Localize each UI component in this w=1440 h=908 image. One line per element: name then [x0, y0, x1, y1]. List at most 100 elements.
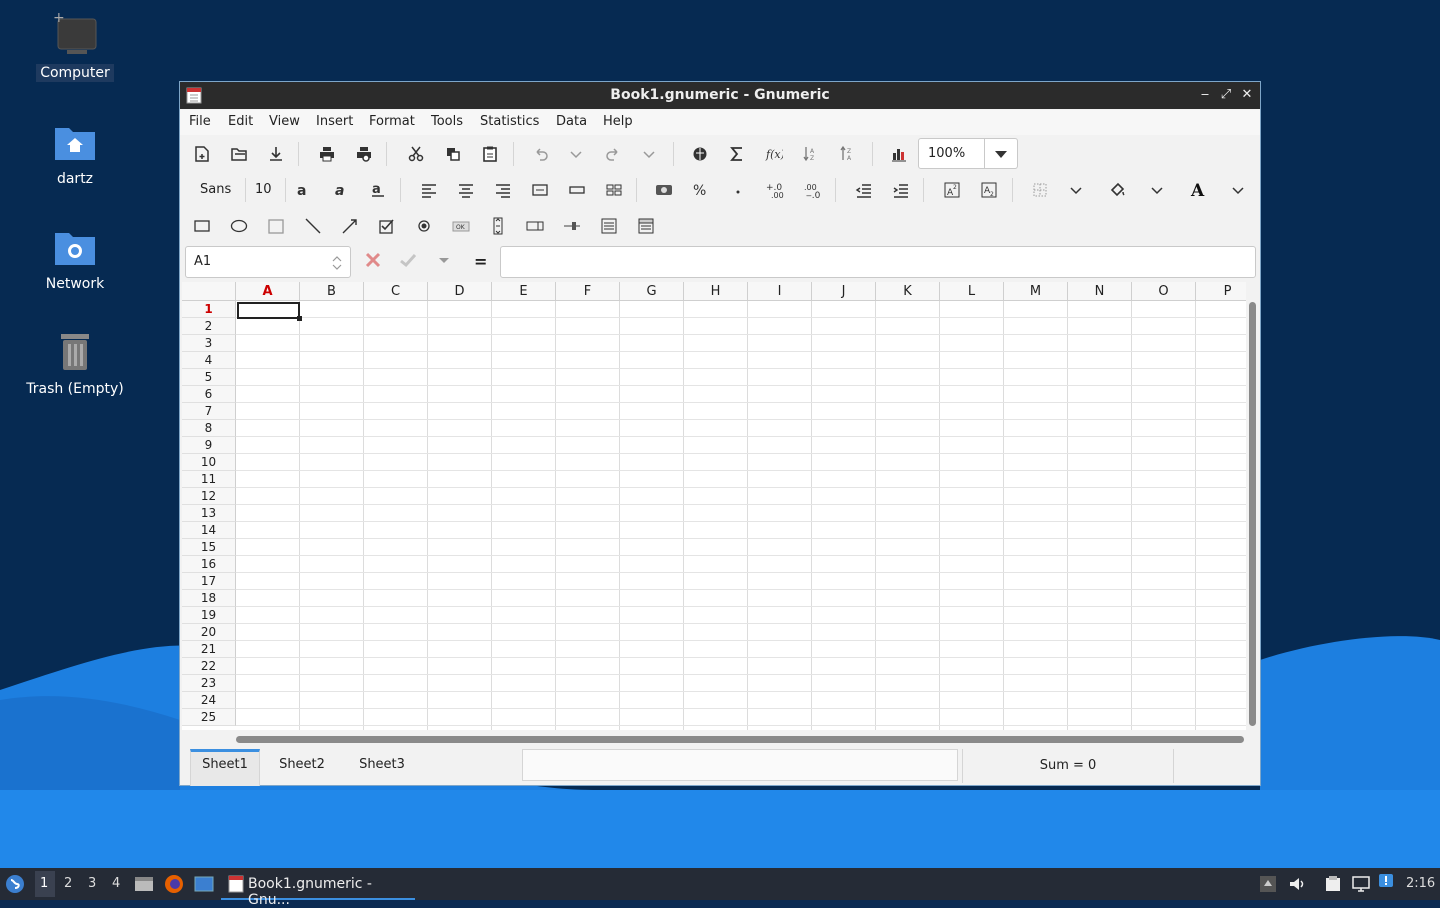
new-file-button[interactable]	[190, 142, 214, 166]
insert-checkbox-button[interactable]	[375, 214, 399, 238]
insert-slider-button[interactable]	[560, 214, 584, 238]
formula-entry[interactable]	[500, 246, 1256, 278]
column-header-l[interactable]: L	[940, 282, 1004, 301]
row-header-7[interactable]: 7	[182, 403, 236, 420]
insert-chart-button[interactable]	[887, 142, 911, 166]
unmerge-cells-button[interactable]	[602, 178, 626, 202]
column-header-c[interactable]: C	[364, 282, 428, 301]
align-left-button[interactable]	[417, 178, 441, 202]
file-manager-icon[interactable]	[134, 875, 154, 893]
row-header-5[interactable]: 5	[182, 369, 236, 386]
italic-button[interactable]: a	[329, 178, 353, 202]
column-header-o[interactable]: O	[1132, 282, 1196, 301]
workspace-2[interactable]: 2	[64, 876, 72, 891]
insert-hyperlink-button[interactable]	[688, 142, 712, 166]
row-header-17[interactable]: 17	[182, 573, 236, 590]
column-header-h[interactable]: H	[684, 282, 748, 301]
row-header-25[interactable]: 25	[182, 709, 236, 726]
desktop-icon-network[interactable]: Network	[15, 223, 135, 293]
decrease-indent-button[interactable]	[852, 178, 876, 202]
row-header-4[interactable]: 4	[182, 352, 236, 369]
firefox-icon[interactable]	[164, 874, 184, 894]
background-color-dropdown[interactable]	[1145, 178, 1169, 202]
row-header-23[interactable]: 23	[182, 675, 236, 692]
row-header-11[interactable]: 11	[182, 471, 236, 488]
draw-line-button[interactable]	[301, 214, 325, 238]
currency-format-button[interactable]	[652, 178, 676, 202]
increase-indent-button[interactable]	[889, 178, 913, 202]
column-header-e[interactable]: E	[492, 282, 556, 301]
paste-button[interactable]	[478, 142, 502, 166]
formula-options-dropdown[interactable]	[432, 248, 456, 272]
row-header-19[interactable]: 19	[182, 607, 236, 624]
align-right-button[interactable]	[491, 178, 515, 202]
insert-scrollbar-button[interactable]	[486, 214, 510, 238]
select-all-corner[interactable]	[182, 282, 236, 301]
row-header-15[interactable]: 15	[182, 539, 236, 556]
font-size-selector[interactable]: 10	[255, 182, 272, 197]
row-header-22[interactable]: 22	[182, 658, 236, 675]
workspace-1[interactable]: 1	[40, 876, 48, 891]
name-box[interactable]: A1	[185, 246, 351, 278]
font-color-dropdown[interactable]	[1226, 178, 1250, 202]
desktop-icon-home[interactable]: dartz	[15, 118, 135, 188]
menu-format[interactable]: Format	[369, 114, 415, 129]
autoexpr-sum[interactable]: Sum = 0	[962, 749, 1174, 783]
show-desktop-icon[interactable]	[194, 875, 214, 893]
redo-history-dropdown[interactable]	[637, 142, 661, 166]
cut-button[interactable]	[404, 142, 428, 166]
horizontal-scrollbar-thumb[interactable]	[236, 736, 1244, 743]
network-status-icon[interactable]	[1352, 875, 1370, 893]
increase-decimals-button[interactable]: +.0.00	[763, 178, 787, 202]
insert-frame-button[interactable]	[264, 214, 288, 238]
accept-edit-button[interactable]	[396, 248, 420, 272]
redo-button[interactable]	[601, 142, 625, 166]
undo-history-dropdown[interactable]	[564, 142, 588, 166]
menu-insert[interactable]: Insert	[316, 114, 353, 129]
spreadsheet-grid[interactable]: ABCDEFGHIJKLMNOP 1 2 3 4 5 6 7 8 9 10 11 12 13 14 15 16…	[182, 282, 1246, 730]
notification-icon[interactable]	[1378, 873, 1394, 889]
desktop-icon-computer[interactable]: + Computer	[15, 12, 135, 82]
undo-button[interactable]	[529, 142, 553, 166]
merge-center-button[interactable]	[528, 178, 552, 202]
column-header-i[interactable]: I	[748, 282, 812, 301]
row-header-14[interactable]: 14	[182, 522, 236, 539]
column-header-k[interactable]: K	[876, 282, 940, 301]
column-header-m[interactable]: M	[1004, 282, 1068, 301]
insert-combo-button[interactable]	[634, 214, 658, 238]
row-header-20[interactable]: 20	[182, 624, 236, 641]
tray-eject-icon[interactable]	[1259, 875, 1277, 893]
cancel-edit-button[interactable]	[361, 248, 385, 272]
column-header-g[interactable]: G	[620, 282, 684, 301]
menu-statistics[interactable]: Statistics	[480, 114, 539, 129]
insert-radio-button[interactable]	[412, 214, 436, 238]
row-header-12[interactable]: 12	[182, 488, 236, 505]
column-header-d[interactable]: D	[428, 282, 492, 301]
row-header-13[interactable]: 13	[182, 505, 236, 522]
row-header-8[interactable]: 8	[182, 420, 236, 437]
sort-descending-button[interactable]: ZA	[836, 142, 860, 166]
column-header-a[interactable]: A	[236, 282, 300, 301]
column-header-b[interactable]: B	[300, 282, 364, 301]
borders-button[interactable]	[1028, 178, 1052, 202]
cell-reference[interactable]: A1	[194, 254, 211, 269]
print-button[interactable]	[315, 142, 339, 166]
row-header-2[interactable]: 2	[182, 318, 236, 335]
row-header-6[interactable]: 6	[182, 386, 236, 403]
row-header-10[interactable]: 10	[182, 454, 236, 471]
close-button[interactable]: ✕	[1238, 86, 1256, 104]
draw-arrow-button[interactable]	[338, 214, 362, 238]
insert-spinbutton[interactable]	[523, 214, 547, 238]
insert-button-widget[interactable]: OK	[449, 214, 473, 238]
font-name-selector[interactable]: Sans	[200, 182, 231, 197]
save-button[interactable]	[264, 142, 288, 166]
decrease-decimals-button[interactable]: .00 ‒.0	[800, 178, 824, 202]
vertical-scrollbar-thumb[interactable]	[1249, 302, 1256, 726]
column-header-n[interactable]: N	[1068, 282, 1132, 301]
fill-handle[interactable]	[297, 316, 302, 321]
clipboard-icon[interactable]	[1324, 875, 1342, 893]
name-box-dropdown-icon[interactable]	[330, 255, 344, 271]
window-titlebar[interactable]: Book1.gnumeric - Gnumeric ‒ ⤢ ✕	[180, 82, 1260, 109]
zoom-value[interactable]: 100%	[928, 146, 965, 161]
menu-file[interactable]: File	[189, 114, 211, 129]
